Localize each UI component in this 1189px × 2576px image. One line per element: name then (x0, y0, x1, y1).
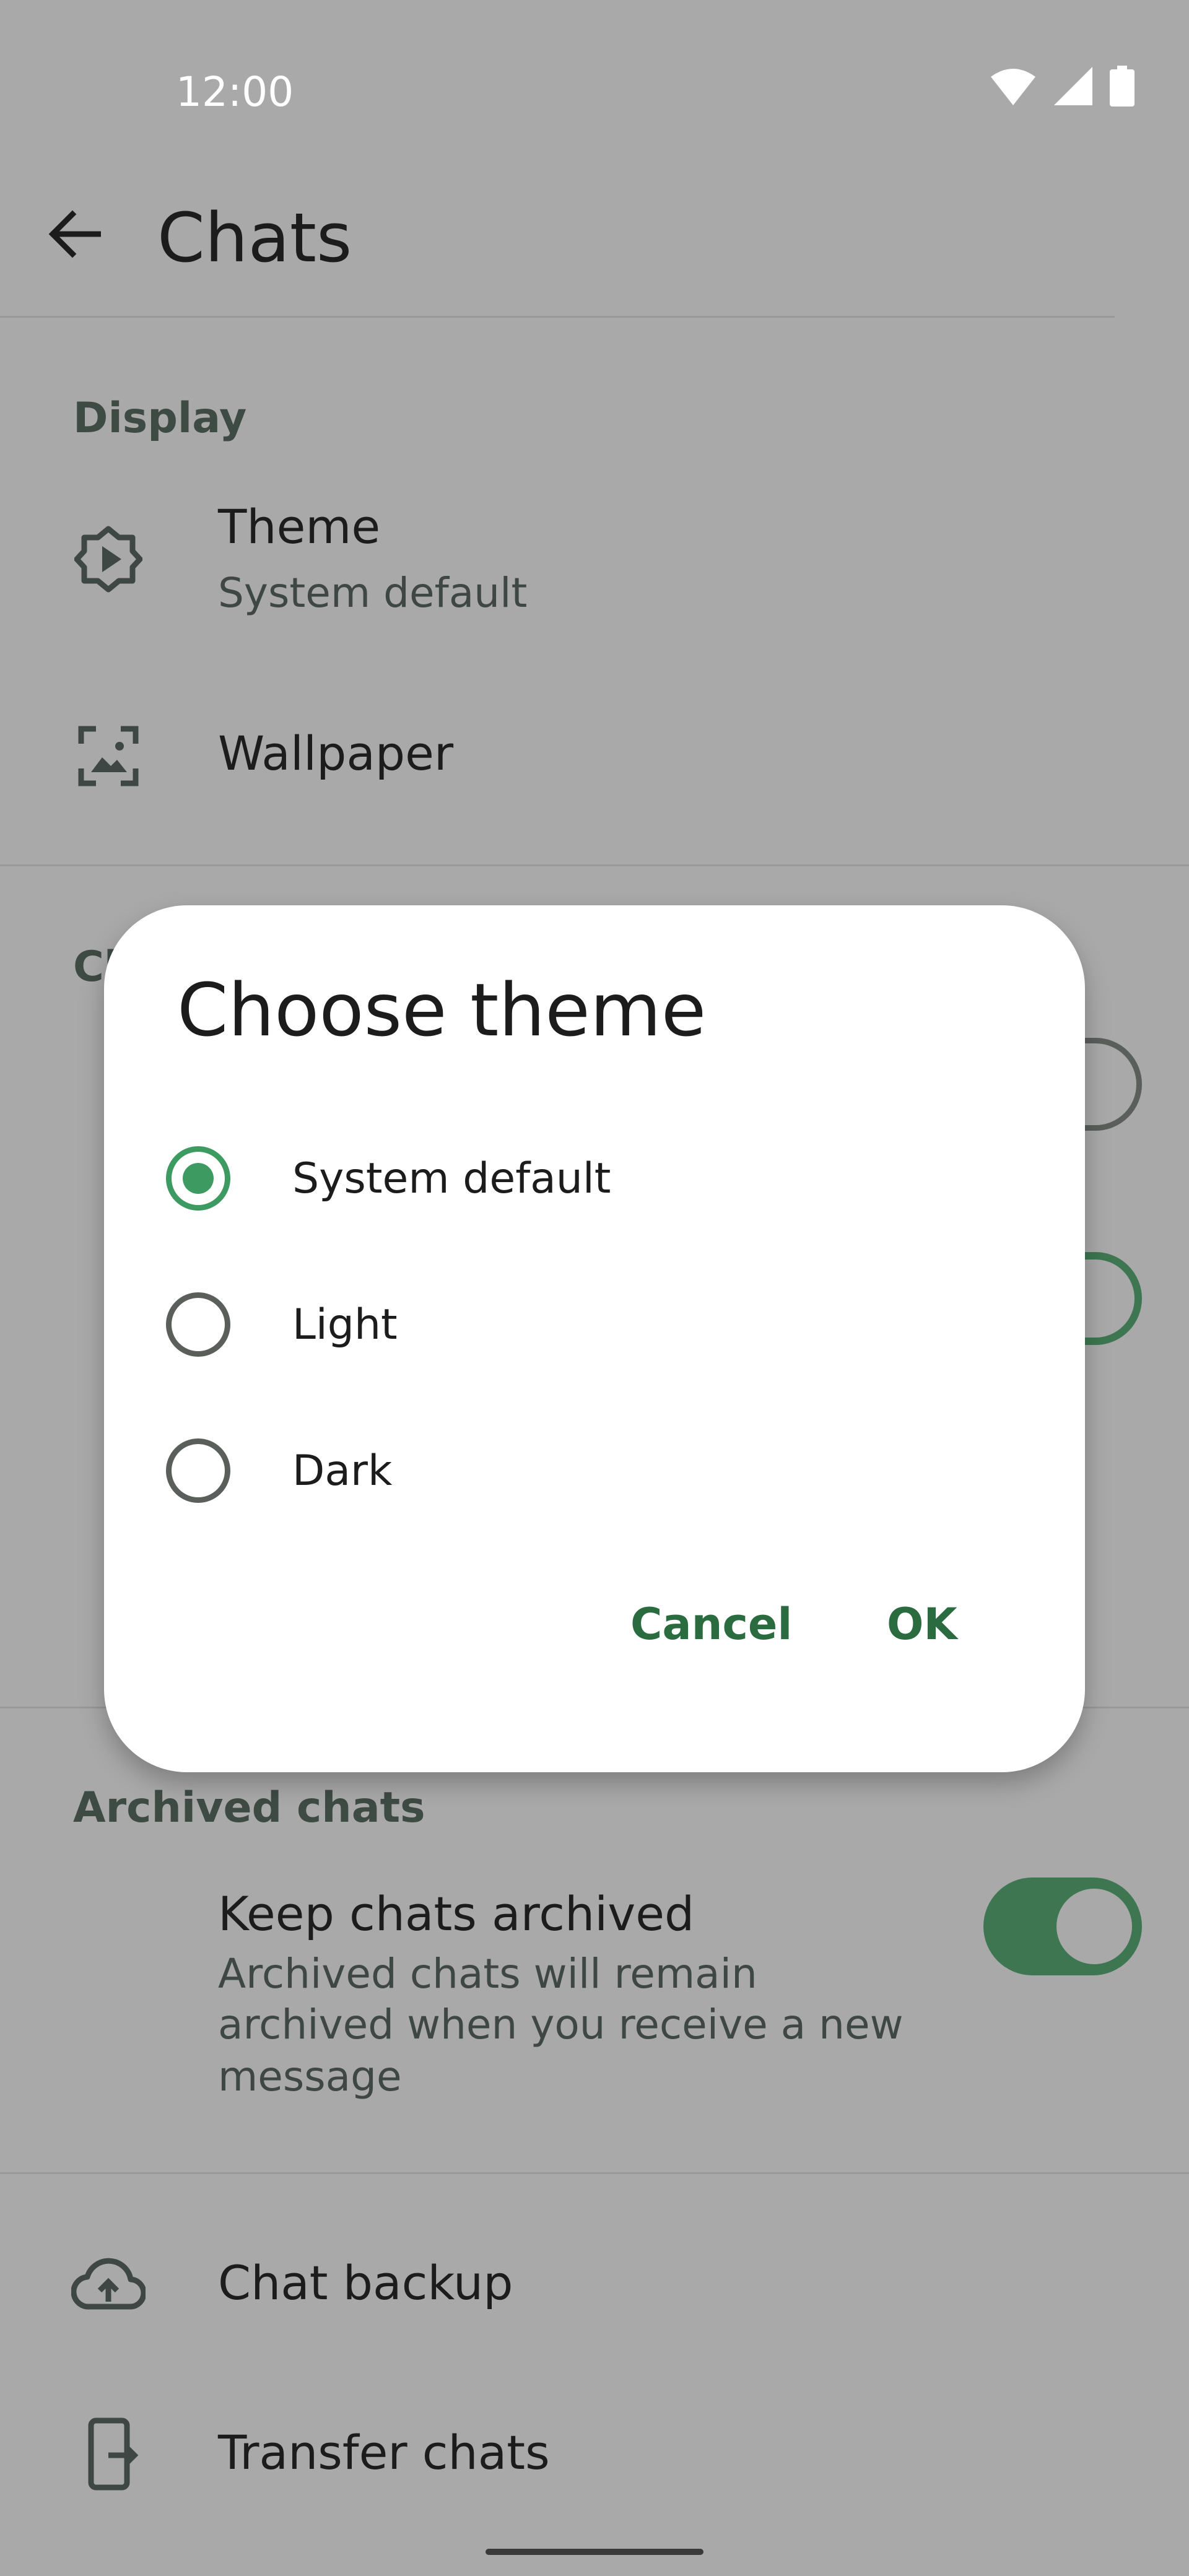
radio-button[interactable] (166, 1292, 230, 1357)
section-divider-3 (0, 2172, 1189, 2174)
page-title: Chats (157, 198, 352, 277)
toggle-knob (1056, 1889, 1132, 1964)
section-divider (0, 864, 1189, 866)
cloud-upload-icon (68, 2245, 149, 2326)
back-button[interactable] (37, 197, 111, 271)
signal-icon (1054, 67, 1092, 105)
theme-option-dark[interactable]: Dark (166, 1412, 1021, 1530)
cancel-button[interactable]: Cancel (612, 1586, 811, 1662)
phone-transfer-icon (68, 2414, 149, 2494)
navigation-handle[interactable] (486, 2549, 703, 2555)
section-header-display: Display (73, 394, 247, 443)
ok-button[interactable]: OK (868, 1586, 976, 1662)
theme-option-system-default[interactable]: System default (166, 1120, 1021, 1237)
chat-backup-row[interactable] (0, 2217, 1189, 2353)
option-label: System default (292, 1154, 611, 1203)
keep-archived-subtitle-line-2: archived when you receive a new (218, 2001, 904, 2048)
wallpaper-title: Wallpaper (218, 726, 454, 781)
status-icons (990, 66, 1135, 107)
transfer-chats-row[interactable] (0, 2384, 1189, 2520)
keep-archived-title: Keep chats archived (218, 1886, 695, 1941)
transfer-chats-title: Transfer chats (218, 2425, 550, 2480)
dialog-title: Choose theme (177, 967, 707, 1053)
arrow-back-icon (48, 210, 101, 258)
option-label: Light (292, 1300, 398, 1349)
radio-button-checked[interactable] (166, 1146, 230, 1211)
chat-backup-title: Chat backup (218, 2255, 513, 2310)
theme-subtitle: System default (218, 569, 528, 617)
wallpaper-setting-row[interactable] (0, 687, 1189, 824)
keep-archived-subtitle-line-1: Archived chats will remain (218, 1950, 757, 1998)
radio-button[interactable] (166, 1438, 230, 1503)
keep-archived-toggle[interactable] (983, 1878, 1142, 1975)
wifi-icon (991, 69, 1035, 105)
theme-icon (68, 519, 149, 599)
section-header-archived: Archived chats (73, 1783, 425, 1832)
theme-option-light[interactable]: Light (166, 1266, 1021, 1383)
status-time: 12:00 (176, 68, 294, 116)
theme-setting-row[interactable] (0, 483, 1189, 644)
appbar-divider (0, 316, 1115, 318)
wallpaper-icon (68, 716, 149, 796)
keep-archived-subtitle-line-3: message (218, 2053, 402, 2100)
battery-icon (1110, 66, 1135, 107)
theme-title: Theme (218, 499, 381, 554)
choose-theme-dialog: Choose theme System default Light Dark C… (104, 905, 1085, 1772)
option-label: Dark (292, 1446, 393, 1495)
